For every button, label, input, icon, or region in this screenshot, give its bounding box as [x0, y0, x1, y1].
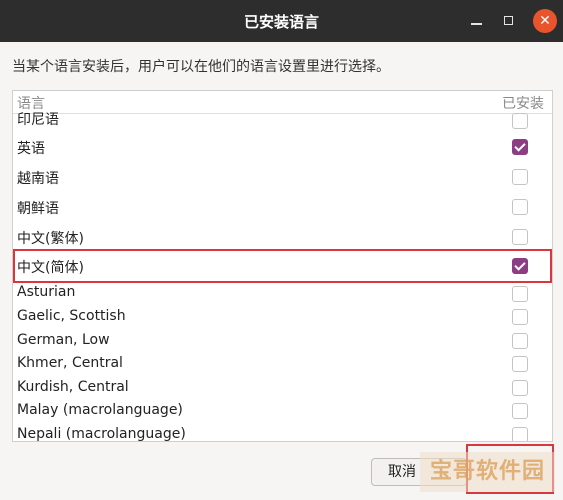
language-label: 朝鲜语 — [17, 201, 59, 217]
installed-checkbox[interactable] — [512, 403, 528, 419]
installed-checkbox[interactable] — [512, 113, 528, 129]
language-label: 中文(简体) — [17, 260, 84, 276]
language-label: Gaelic, Scottish — [17, 308, 126, 324]
language-list[interactable]: 语言 已安装 印尼语 英语 越南语 朝鲜语 中文(繁体) 中文(简体) Astu… — [12, 90, 553, 442]
title-bar: 已安装语言 ✕ — [0, 0, 563, 42]
language-row[interactable]: Nepali (macrolanguage) — [13, 424, 552, 442]
installed-checkbox[interactable] — [512, 199, 528, 215]
close-icon[interactable]: ✕ — [533, 9, 557, 33]
installed-checkbox[interactable] — [512, 356, 528, 372]
language-row[interactable]: Asturian — [13, 283, 552, 305]
installed-checkbox[interactable] — [512, 229, 528, 245]
language-row[interactable]: 朝鲜语 — [13, 194, 552, 220]
language-row[interactable]: German, Low — [13, 330, 552, 353]
installed-checkbox[interactable] — [512, 286, 528, 302]
installed-checkbox[interactable] — [512, 380, 528, 396]
language-row[interactable]: 越南语 — [13, 164, 552, 190]
installed-checkbox[interactable] — [512, 309, 528, 325]
maximize-icon[interactable] — [498, 10, 520, 32]
language-row[interactable]: Kurdish, Central — [13, 377, 552, 400]
installed-checkbox[interactable] — [512, 333, 528, 349]
language-row[interactable]: Gaelic, Scottish — [13, 306, 552, 329]
language-label: Khmer, Central — [17, 355, 123, 371]
language-label: Kurdish, Central — [17, 379, 129, 395]
language-row[interactable]: Malay (macrolanguage) — [13, 400, 552, 423]
language-label: 越南语 — [17, 171, 59, 187]
language-row-selected[interactable]: 中文(简体) — [13, 249, 552, 283]
language-row[interactable]: 印尼语 — [13, 105, 552, 129]
language-label: German, Low — [17, 332, 110, 348]
minimize-icon[interactable] — [466, 10, 488, 32]
language-label: 中文(繁体) — [17, 231, 84, 247]
language-row[interactable]: 英语 — [13, 134, 552, 160]
language-label: Nepali (macrolanguage) — [17, 426, 186, 442]
language-row[interactable]: Khmer, Central — [13, 353, 552, 376]
language-label: 印尼语 — [17, 112, 59, 128]
language-row[interactable]: 中文(繁体) — [13, 224, 552, 250]
installed-checkbox[interactable] — [512, 258, 528, 274]
language-label: Malay (macrolanguage) — [17, 402, 183, 418]
installed-checkbox[interactable] — [512, 427, 528, 441]
watermark-logo: 宝哥软件园 — [420, 452, 555, 492]
description-text: 当某个语言安装后，用户可以在他们的语言设置里进行选择。 — [12, 59, 390, 75]
language-label: 英语 — [17, 141, 45, 157]
language-label: Asturian — [17, 284, 76, 300]
installed-checkbox[interactable] — [512, 139, 528, 155]
installed-checkbox[interactable] — [512, 169, 528, 185]
